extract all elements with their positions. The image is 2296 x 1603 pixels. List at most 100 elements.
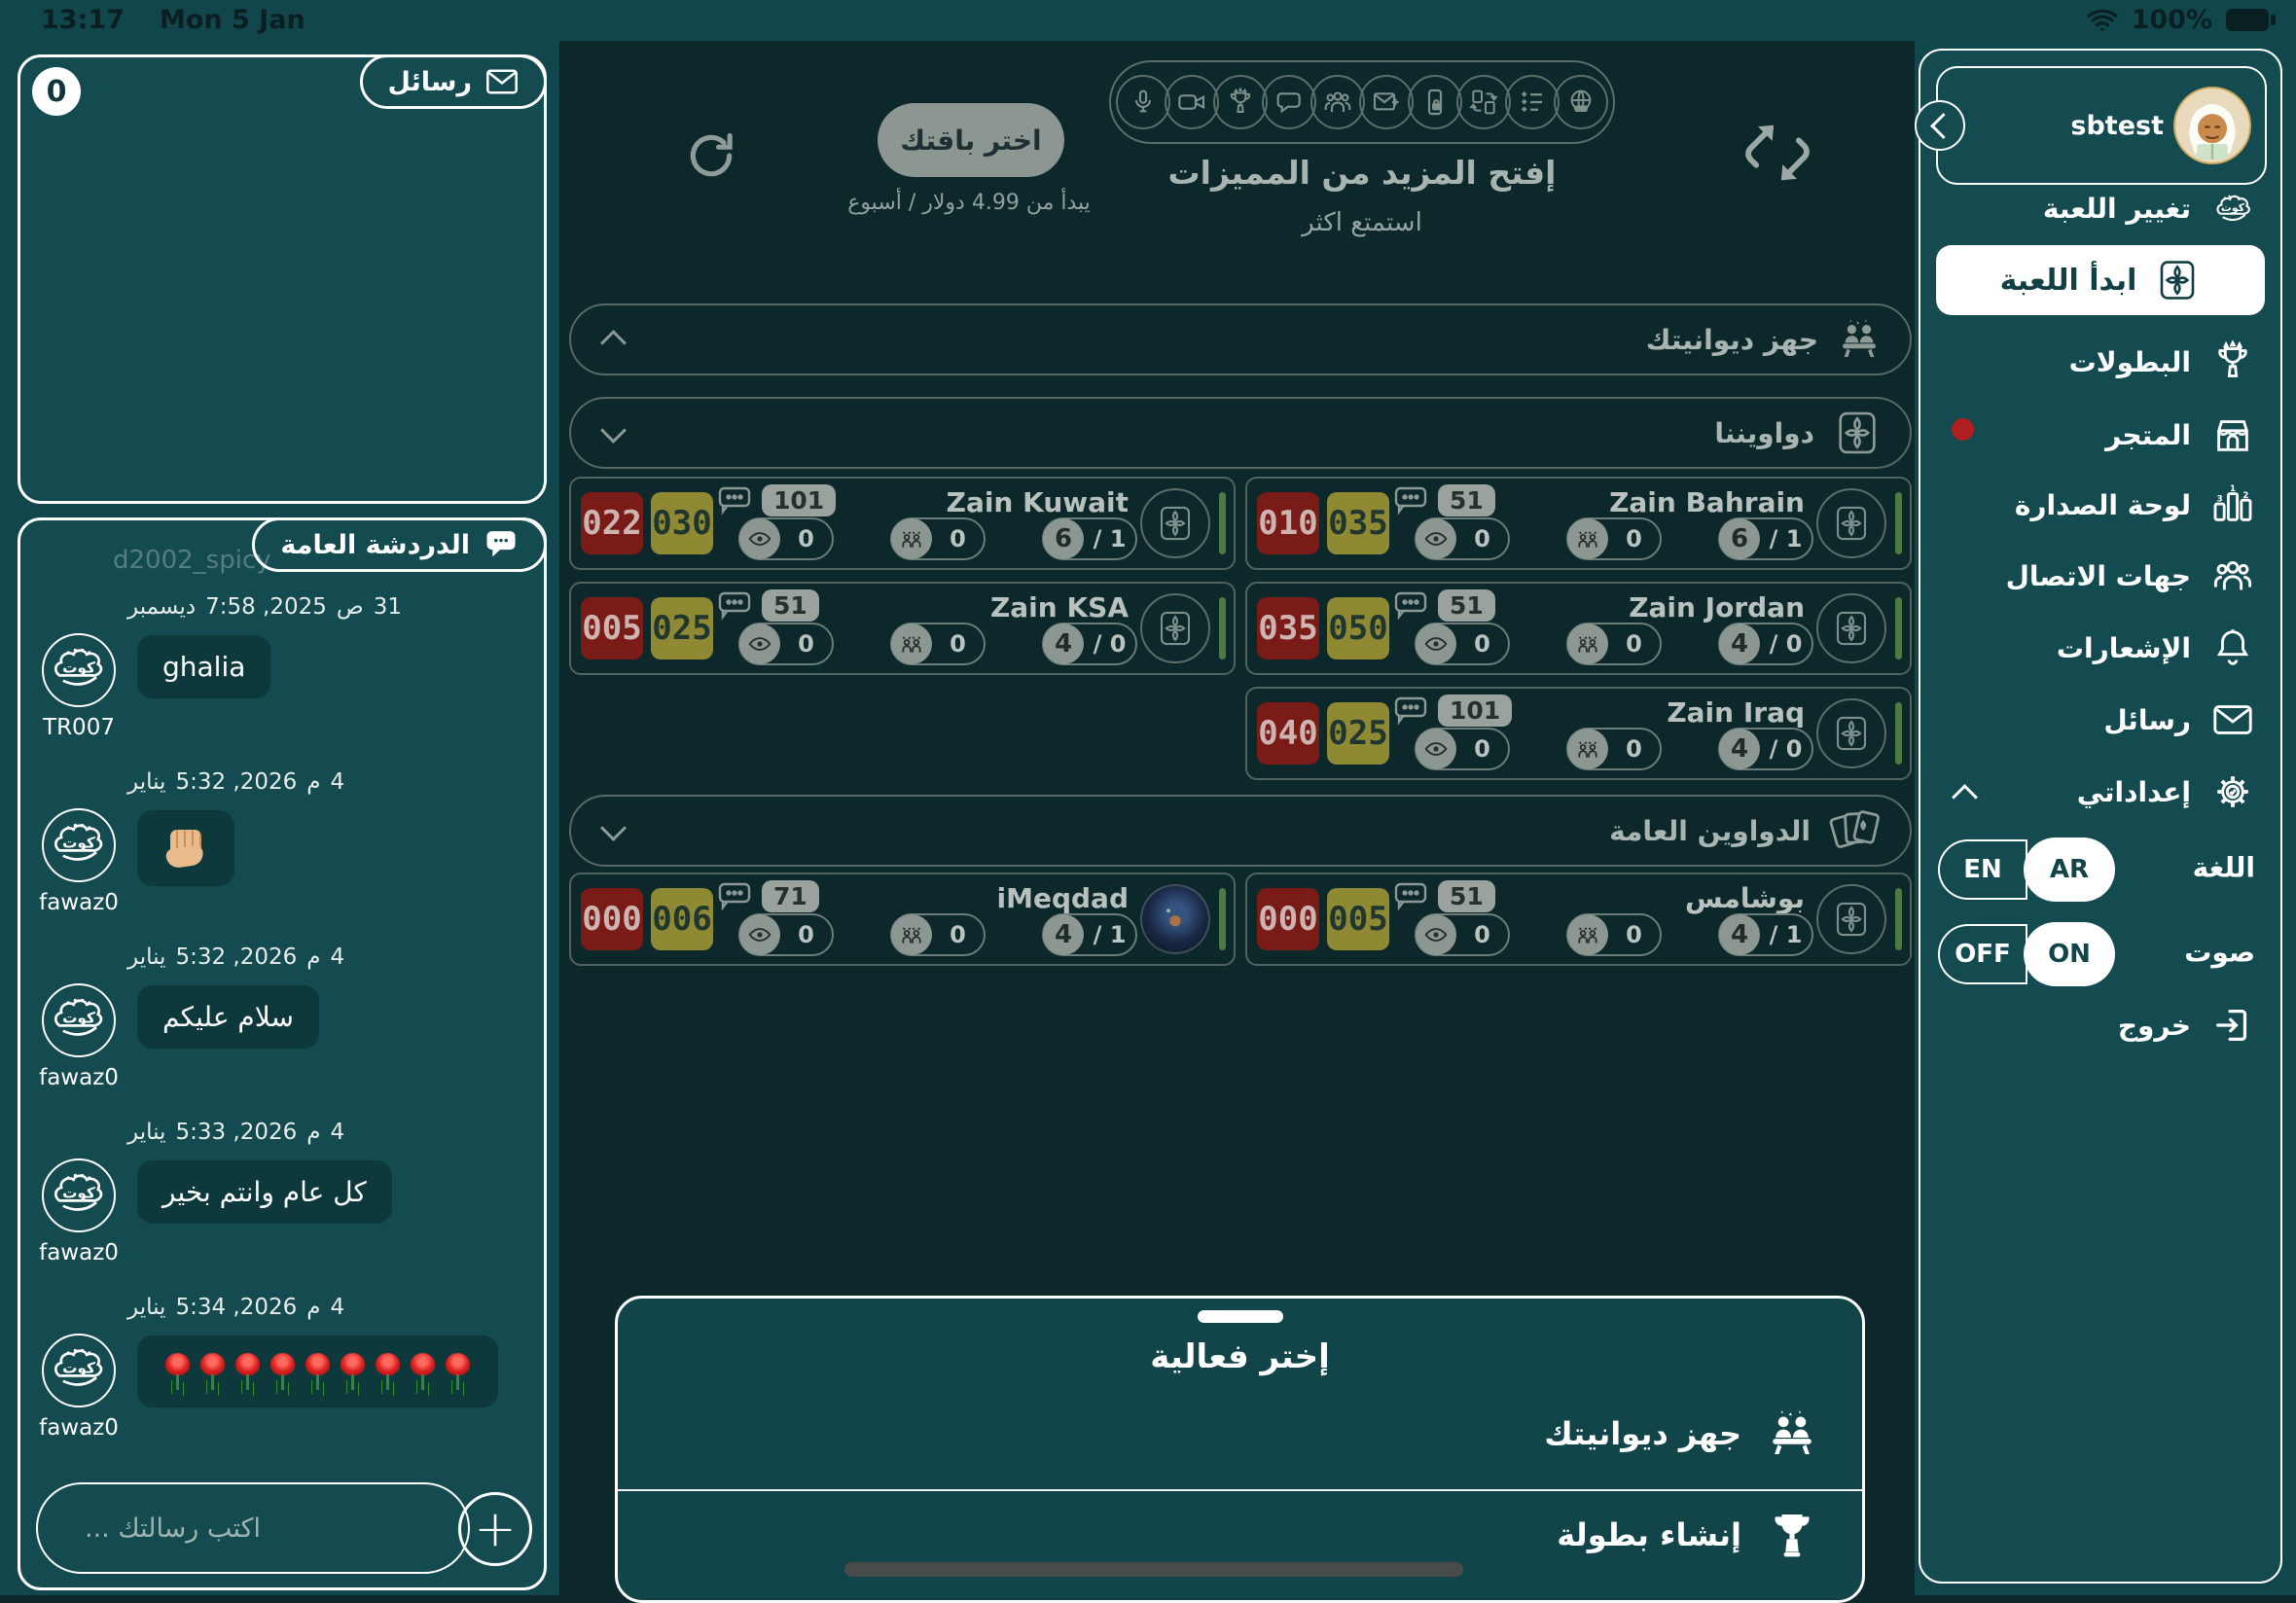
cheer-icon [1567,729,1608,769]
svg-text:كوت: كوت [62,659,95,677]
sidebar-item-store[interactable]: المتجر [2105,412,2255,457]
chat-message: ديسمبر7:58 ,2025ص31 كوت TR007 ghalia [36,594,534,740]
avatar[interactable]: كوت [42,808,116,882]
language-ar-option[interactable]: AR [2024,837,2115,902]
language-en-option[interactable]: EN [1938,839,2027,900]
section-our-diwaniyas[interactable]: دواويننا [569,397,1912,469]
room-card[interactable]: iMeqdad 000 006 71 0 0 4/ 1 [569,873,1236,966]
cheers-pill: 0 [1566,728,1662,770]
players-pill: 6/ 1 [1042,517,1137,560]
sound-on-option[interactable]: ON [2024,922,2115,986]
message-bubble [137,810,234,886]
room-chat-indicator: 51 [1393,880,1495,912]
sound-off-option[interactable]: OFF [1938,924,2027,984]
score-red: 000 [581,888,643,950]
avatar[interactable]: كوت [42,1158,116,1232]
sidebar-item-messages[interactable]: رسائل [2103,697,2255,742]
section-prepare-diwaniya[interactable]: جهز ديوانيتك [569,303,1912,375]
refresh-icon[interactable] [684,128,738,183]
svg-text:كوت: كوت [62,835,95,852]
room-logo[interactable] [1816,698,1886,768]
cheer-icon [1567,914,1608,955]
sidebar-item-tournaments[interactable]: البطولات [2069,339,2255,384]
status-bar [0,0,2296,41]
language-toggle[interactable]: EN AR [1938,837,2115,902]
chevron-left-icon [1930,113,1956,139]
section-public-diwaniyas[interactable]: الدواوين العامة [569,795,1912,867]
settings-collapse-chevron[interactable] [1952,784,1978,810]
chat-input-placeholder: اكتب رسالتك ... [85,1514,261,1544]
room-logo[interactable] [1140,488,1210,558]
chat-icon [1262,75,1316,129]
room-name: iMeqdad [997,882,1129,914]
messages-tab[interactable]: رسائل [360,54,547,109]
user-card[interactable]: sbtest [1936,66,2267,185]
eye-icon [1416,518,1456,559]
room-card[interactable]: Zain KSA 005 025 51 0 0 4/ 0 [569,582,1236,675]
messages-count-badge: 0 [32,67,81,116]
sheet-drag-handle[interactable] [1198,1310,1283,1323]
sound-toggle[interactable]: OFF ON [1938,922,2115,986]
collapse-sidebar-button[interactable] [1915,100,1965,151]
avatar[interactable]: كوت [42,633,116,707]
sidebar-item-label: البطولات [2069,346,2191,378]
cheer-icon [891,914,932,955]
avatar[interactable]: كوت [42,1334,116,1407]
battery-percent: 100% [2132,5,2212,35]
room-card[interactable]: Zain Jordan 035 050 51 0 0 4/ 0 [1245,582,1912,675]
chat-dots-icon [1393,880,1428,911]
cheers-pill: 0 [1566,913,1662,956]
svg-text:1: 1 [2230,484,2236,494]
sidebar-item-change-game[interactable]: كوت تغيير اللعبة [2043,186,2255,231]
room-logo[interactable] [1816,884,1886,954]
sidebar-item-notifications[interactable]: الإشعارات [2057,625,2255,670]
sidebar-item-my-settings[interactable]: إعداداتي [2077,769,2255,814]
room-scores: 005 025 [581,597,713,659]
date: Mon 5 Jan [160,5,305,35]
room-name: Zain Bahrain [1609,486,1805,518]
sidebar-item-contacts[interactable]: جهات الاتصال [2006,553,2255,598]
public-chat-tab[interactable]: الدردشة العامة [252,517,547,572]
invite-envelope-icon [1359,75,1414,129]
status-bar-right: 100% [2087,5,2269,35]
video-camera-icon [1165,75,1219,129]
chat-message: يناير5:32 ,2026م4 كوت fawaz0 [36,769,534,915]
home-indicator[interactable] [844,1562,1463,1577]
sidebar-item-leaderboard[interactable]: 123 لوحة الصدارة [2015,482,2255,527]
watchers-pill: 0 [738,623,834,665]
chat-message-list[interactable]: ديسمبر7:58 ,2025ص31 كوت TR007 ghalia ينا… [36,594,534,1461]
room-card[interactable]: Zain Iraq 040 025 101 0 0 4/ 0 [1245,687,1912,780]
chat-message: يناير5:34 ,2026م4 كوت fawaz0 [36,1295,534,1441]
room-chat-indicator: 51 [717,589,819,622]
user-avatar[interactable] [2173,87,2251,164]
fanned-cards-icon [1828,803,1883,858]
add-attachment-button[interactable]: + [458,1492,532,1566]
sidebar-item-start-game[interactable]: ابدأ اللعبة [1936,245,2265,315]
room-logo[interactable] [1140,593,1210,663]
chat-input[interactable]: اكتب رسالتك ... [36,1482,470,1574]
choose-package-button[interactable]: اختر باقتك [878,103,1064,177]
sidebar-item-logout[interactable]: خروج [2118,1003,2255,1048]
room-logo[interactable] [1816,593,1886,663]
room-card[interactable]: بوشامس 000 005 51 0 0 4/ 1 [1245,873,1912,966]
group-icon [1310,75,1365,129]
room-logo[interactable] [1816,488,1886,558]
avatar[interactable]: كوت [42,983,116,1057]
room-card[interactable]: Zain Bahrain 010 035 51 0 0 6/ 1 [1245,477,1912,570]
eye-icon [739,518,780,559]
envelope-icon [2210,697,2255,742]
cheers-pill: 0 [890,517,986,560]
svg-text:كوت: كوت [62,1360,95,1377]
scrolled-username: d2002_spicy [113,546,271,575]
premium-features-strip[interactable]: www [1109,60,1615,144]
option-prepare-diwaniya[interactable]: جهز ديوانيتك [661,1392,1819,1476]
price-text: يبدأ من 4.99 دولار / أسبوع [823,191,1115,215]
watchers-pill: 0 [738,517,834,560]
room-card[interactable]: Zain Kuwait 022 030 101 0 0 6/ 1 [569,477,1236,570]
room-name: Zain Jordan [1629,591,1805,623]
room-chat-indicator: 71 [717,880,819,912]
activity-bar [1895,597,1902,659]
room-avatar-photo[interactable] [1140,884,1210,954]
chat-count: 101 [1438,695,1512,727]
room-scores: 000 006 [581,888,713,950]
